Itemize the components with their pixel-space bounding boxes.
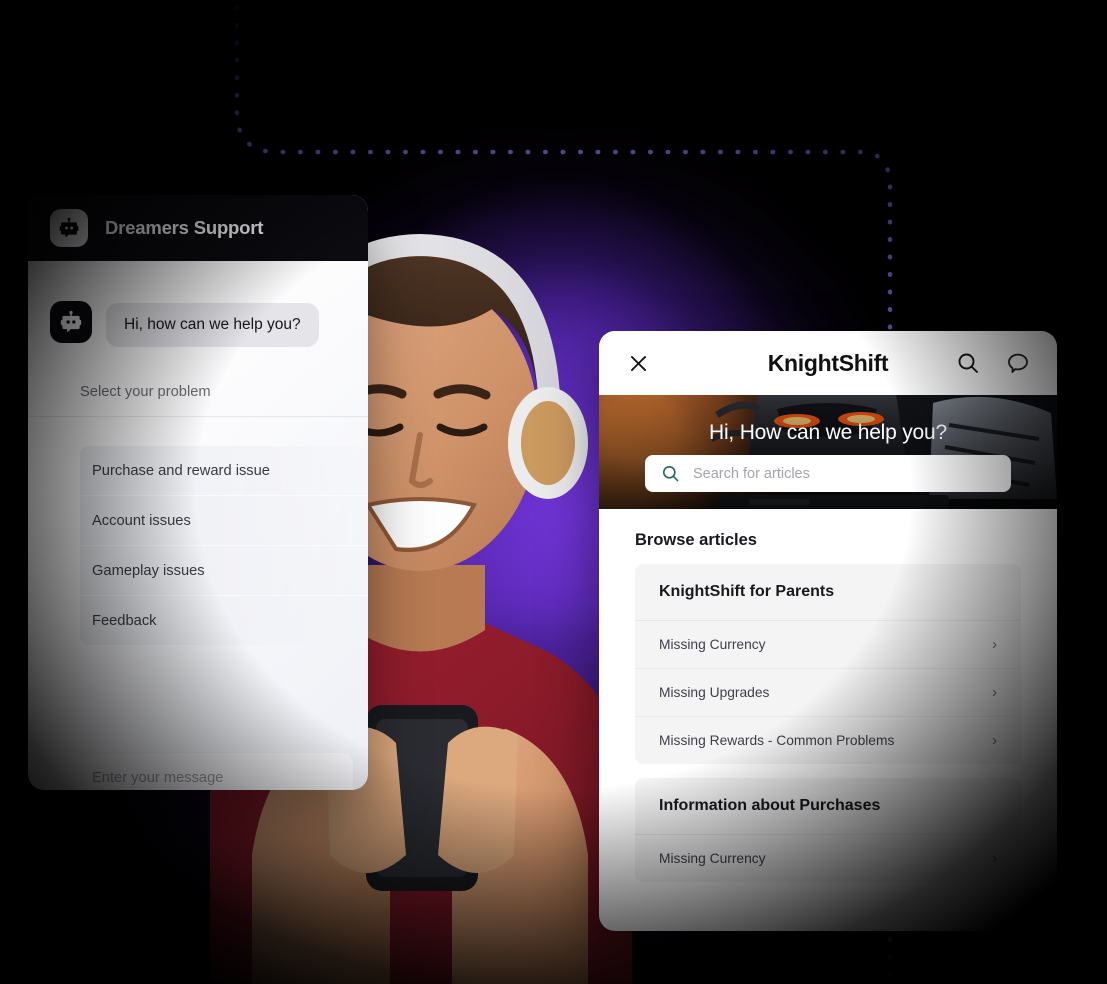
chat-header: Dreamers Support: [28, 195, 368, 261]
article-label: Missing Currency: [659, 851, 766, 866]
search-icon[interactable]: [955, 350, 981, 376]
browse-articles-section: Browse articles KnightShift for Parents …: [599, 509, 1057, 882]
chat-title: Dreamers Support: [105, 217, 264, 238]
article-row[interactable]: Missing Rewards - Common Problems ›: [635, 717, 1021, 764]
option-gameplay-issues[interactable]: Gameplay issues: [80, 546, 368, 596]
help-center-header: KnightShift: [599, 331, 1057, 395]
chevron-right-icon: ›: [992, 684, 997, 701]
article-label: Missing Upgrades: [659, 685, 770, 700]
search-input[interactable]: Search for articles: [693, 466, 810, 482]
option-feedback[interactable]: Feedback: [80, 596, 368, 645]
chevron-right-icon: ›: [992, 850, 997, 867]
message-input[interactable]: Enter your message: [76, 752, 354, 790]
bot-message-row: Hi, how can we help you?: [28, 301, 368, 347]
dreamers-support-chat-widget: Dreamers Support Hi, how can we help you…: [28, 195, 368, 790]
chevron-right-icon: ›: [992, 732, 997, 749]
article-group-knightshift-for-parents: KnightShift for Parents Missing Currency…: [635, 564, 1021, 764]
article-label: Missing Currency: [659, 637, 766, 652]
search-articles-bar[interactable]: Search for articles: [645, 455, 1011, 492]
chat-bubble-icon[interactable]: [1005, 350, 1031, 376]
article-label: Missing Rewards - Common Problems: [659, 733, 895, 748]
chat-body: Hi, how can we help you? Select your pro…: [28, 261, 368, 790]
browse-articles-title: Browse articles: [635, 531, 757, 549]
group-title: Information about Purchases: [635, 778, 1021, 835]
help-center-hero-banner: Hi, How can we help you? Search for arti…: [599, 395, 1057, 509]
knightshift-help-center-panel: KnightShift Hi, How can we help you? Sea…: [599, 331, 1057, 931]
page-stage: Dreamers Support Hi, how can we help you…: [0, 0, 1107, 984]
article-row[interactable]: Missing Upgrades ›: [635, 669, 1021, 717]
article-row[interactable]: Missing Currency ›: [635, 835, 1021, 882]
article-group-information-about-purchases: Information about Purchases Missing Curr…: [635, 778, 1021, 882]
search-icon: [662, 465, 679, 482]
option-account-issues[interactable]: Account issues: [80, 496, 368, 546]
article-row[interactable]: Missing Currency ›: [635, 621, 1021, 669]
select-problem-label: Select your problem: [80, 384, 211, 400]
bot-message-bubble: Hi, how can we help you?: [106, 303, 319, 347]
robot-icon: [50, 209, 88, 247]
problem-options-list: Purchase and reward issue Account issues…: [80, 446, 368, 645]
group-title: KnightShift for Parents: [635, 564, 1021, 621]
option-purchase-and-reward-issue[interactable]: Purchase and reward issue: [80, 446, 368, 496]
robot-icon: [50, 301, 92, 343]
hero-title: Hi, How can we help you?: [709, 421, 947, 444]
divider: [28, 416, 368, 417]
chevron-right-icon: ›: [992, 636, 997, 653]
